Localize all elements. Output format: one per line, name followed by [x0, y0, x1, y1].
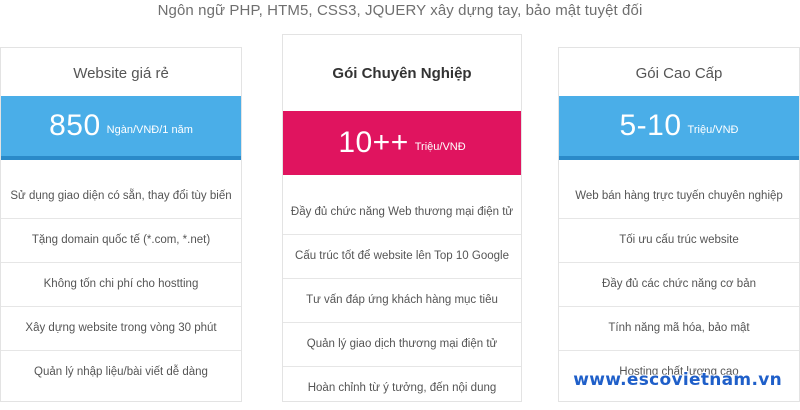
page-subtitle: Ngôn ngữ PHP, HTM5, CSS3, JQUERY xây dựn…	[157, 2, 643, 19]
price-amount: 850	[49, 109, 101, 142]
feature-item: Không tốn chi phí cho hostting	[1, 262, 241, 306]
price-amount: 5-10	[619, 109, 682, 142]
price-banner: 850 Ngàn/VNĐ/1 năm	[1, 96, 241, 160]
plan-title: Website giá rẻ	[73, 65, 169, 82]
price-banner: 10++ Triệu/VNĐ	[283, 111, 521, 175]
feature-item: Xây dựng website trong vòng 30 phút	[1, 306, 241, 350]
feature-item: Sử dụng giao diện có sẵn, thay đổi tùy b…	[10, 190, 232, 202]
price-amount: 10++	[338, 126, 409, 159]
feature-list: Đầy đủ chức năng Web thương mại điện tử …	[283, 191, 521, 410]
plan-title: Gói Cao Cấp	[635, 65, 723, 82]
feature-item: Quản lý nhập liệu/bài viết dễ dàng	[1, 350, 241, 394]
feature-item: Cấu trúc tốt để website lên Top 10 Googl…	[283, 234, 521, 278]
feature-item: Tối ưu cấu trúc website	[559, 218, 799, 262]
feature-item: Tư vấn đáp ứng khách hàng mục tiêu	[283, 278, 521, 322]
feature-item: Web bán hàng trực tuyến chuyên nghiệp	[575, 190, 783, 202]
feature-item: Đầy đủ chức năng Web thương mại điện tử	[290, 206, 514, 218]
price-unit: Ngàn/VNĐ/1 năm	[106, 124, 193, 136]
price-unit: Triệu/VNĐ	[687, 124, 739, 136]
feature-item: Hoàn chỉnh từ ý tưởng, đến nội dung	[283, 366, 521, 410]
feature-item: Tính năng mã hóa, bảo mật	[559, 306, 799, 350]
price-banner: 5-10 Triệu/VNĐ	[559, 96, 799, 160]
feature-list: Sử dụng giao diện có sẵn, thay đổi tùy b…	[1, 175, 241, 394]
feature-list: Web bán hàng trực tuyến chuyên nghiệp Tố…	[559, 175, 799, 394]
feature-item: Đầy đủ các chức năng cơ bản	[559, 262, 799, 306]
feature-item: Quản lý giao dịch thương mại điện tử	[283, 322, 521, 366]
plan-title: Gói Chuyên Nghiệp	[332, 65, 472, 82]
feature-item: Tặng domain quốc tế (*.com, *.net)	[1, 218, 241, 262]
plan-card-premium: Gói Cao Cấp 5-10 Triệu/VNĐ Web bán hàng …	[558, 47, 800, 402]
site-watermark: www.escovietnam.vn	[573, 370, 782, 390]
plan-card-professional: Gói Chuyên Nghiệp 10++ Triệu/VNĐ Đầy đủ …	[282, 34, 522, 402]
plan-card-basic: Website giá rẻ 850 Ngàn/VNĐ/1 năm Sử dụn…	[0, 47, 242, 402]
price-unit: Triệu/VNĐ	[414, 141, 466, 153]
